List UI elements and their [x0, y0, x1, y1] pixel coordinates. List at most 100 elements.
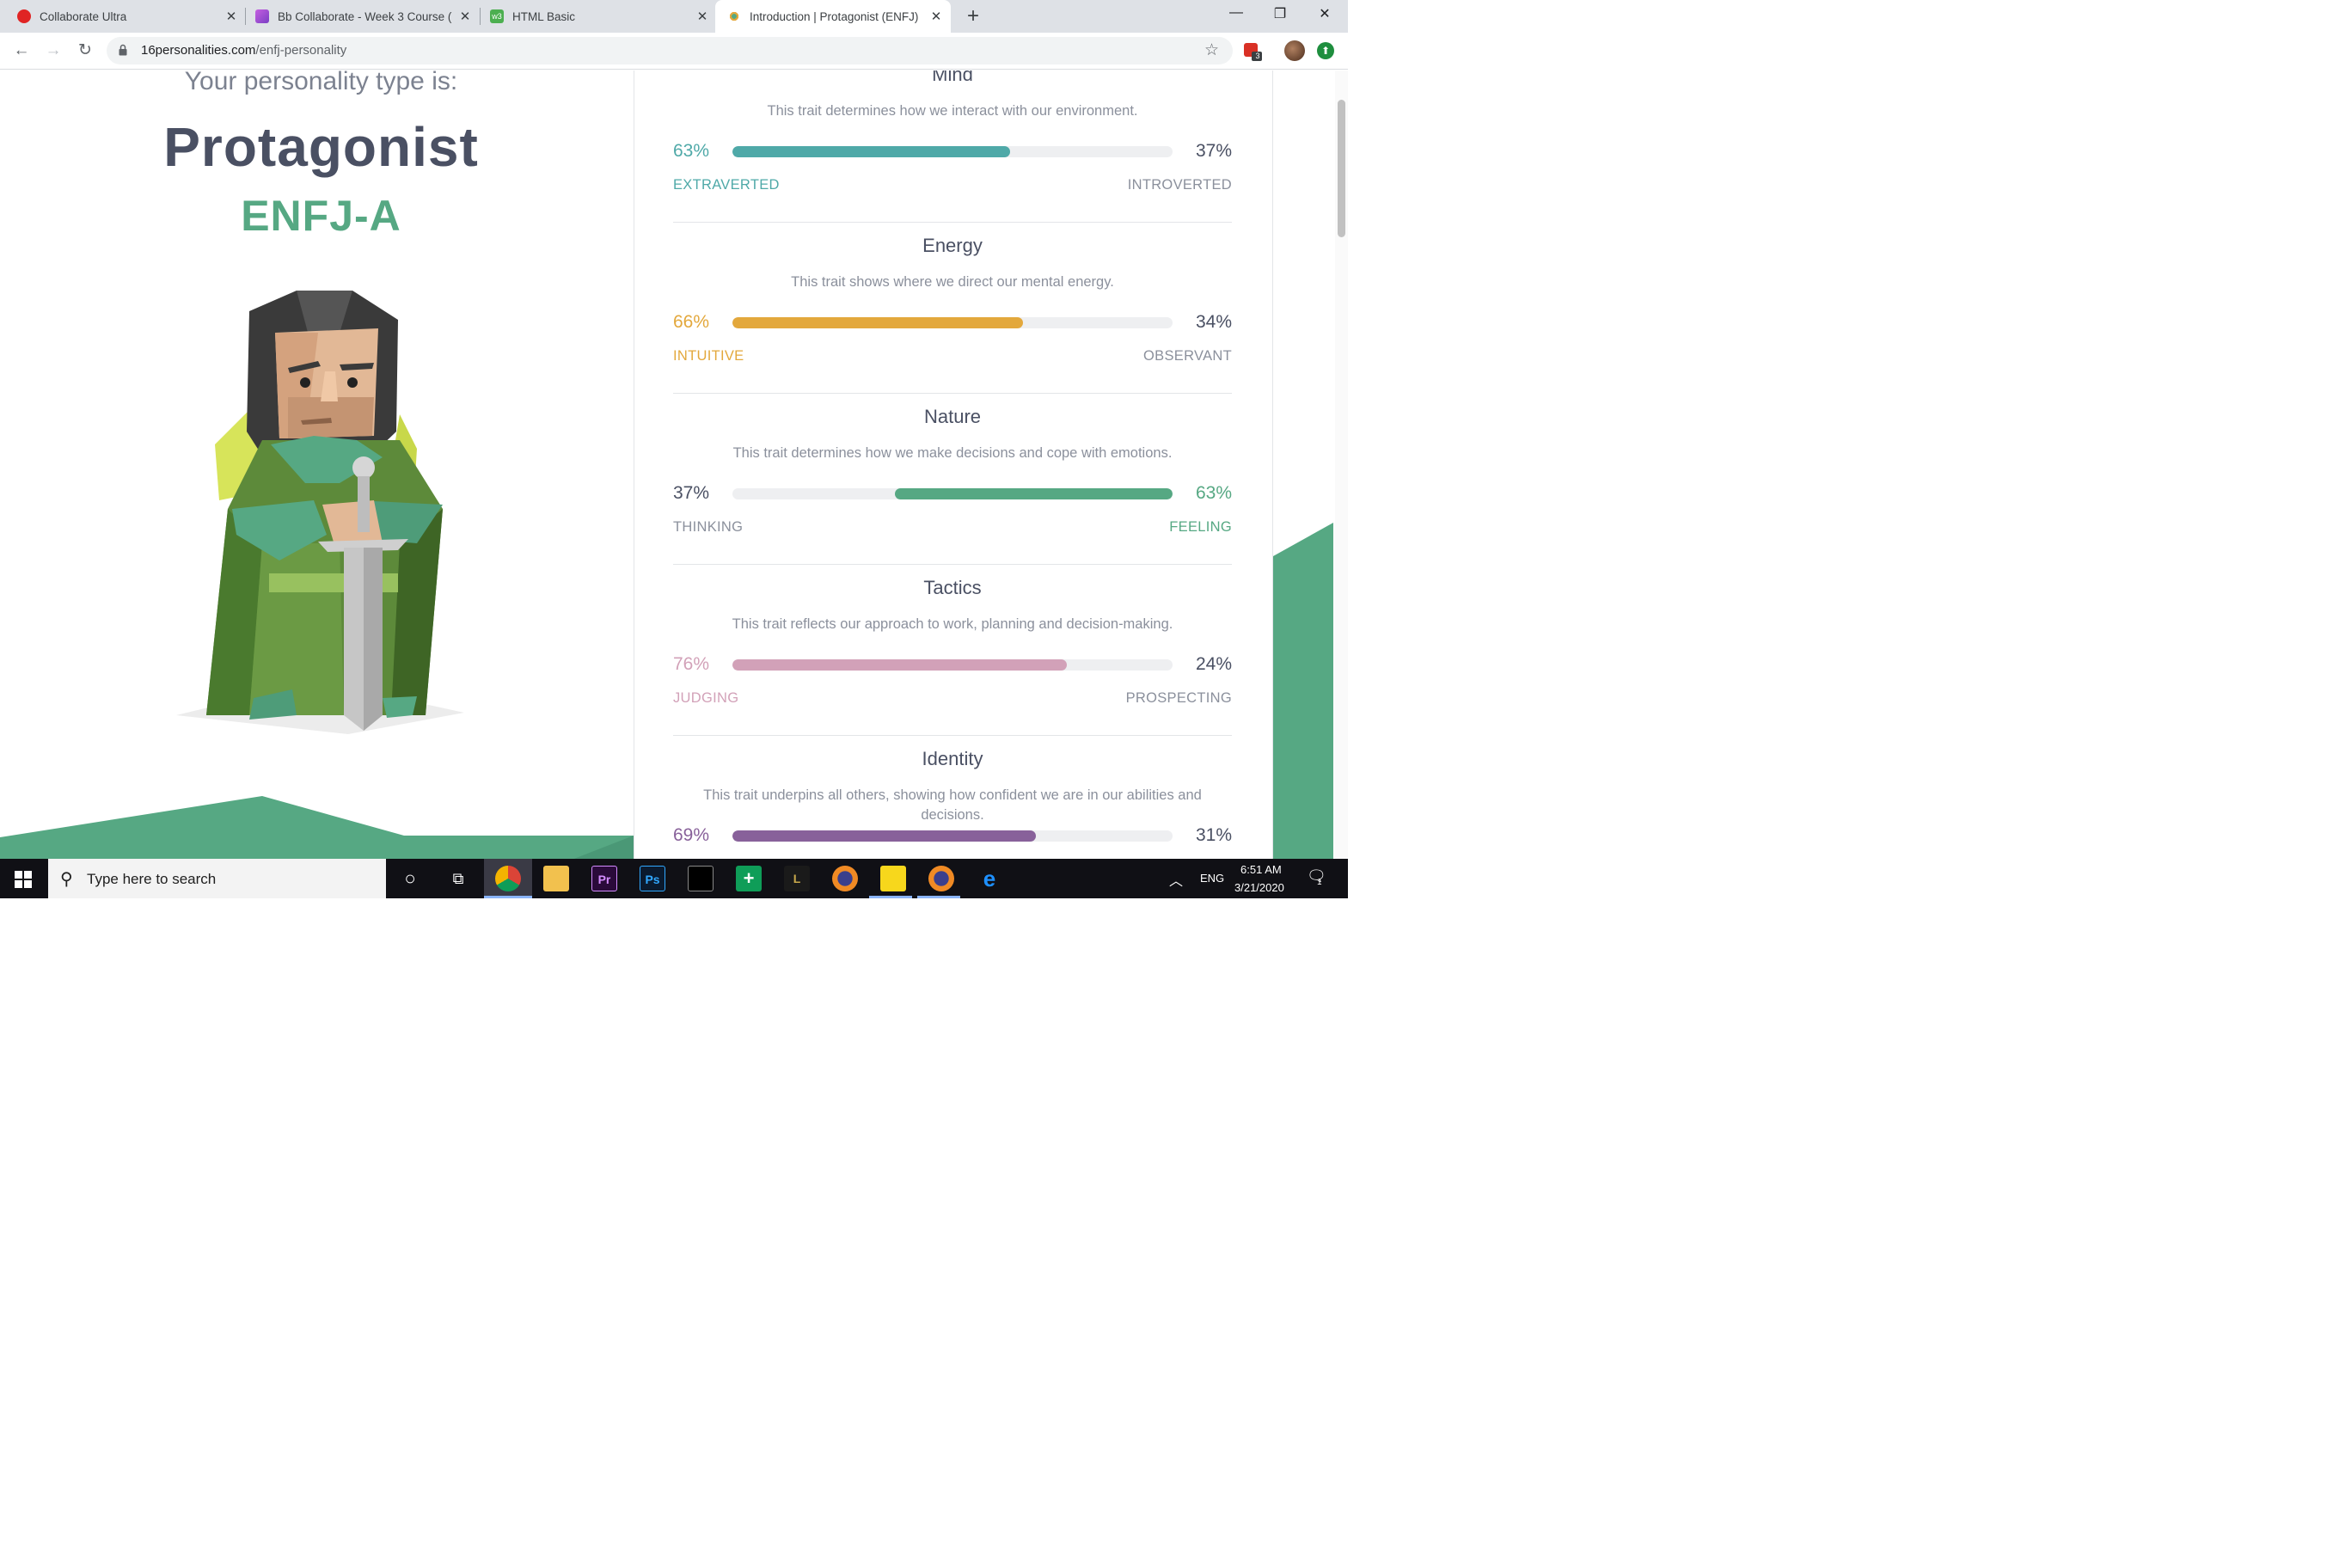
trait-left-label: INTUITIVE [673, 348, 744, 364]
update-icon[interactable]: ⬆ [1317, 42, 1334, 59]
trait-right-percent: 37% [1195, 141, 1232, 161]
trait-mind: Mind This trait determines how we intera… [673, 70, 1232, 223]
windows-start-icon[interactable] [15, 871, 32, 888]
page-viewport: Your personality type is: Protagonist EN… [0, 70, 1348, 859]
back-button[interactable]: ← [11, 40, 32, 61]
trait-bar [732, 146, 1173, 157]
decorative-hill [0, 796, 634, 859]
trait-right-label: PROSPECTING [1125, 690, 1232, 706]
trait-description: This trait reflects our approach to work… [732, 616, 1173, 632]
trait-left-label: THINKING [673, 519, 744, 535]
tab-title: Bb Collaborate - Week 3 Course ( [278, 9, 452, 23]
extension-count: 3 [1255, 52, 1260, 60]
edge-icon[interactable]: e [977, 866, 1002, 891]
trait-name: Identity [922, 748, 983, 769]
taskbar-search[interactable]: ⚲ Type here to search [48, 859, 386, 898]
close-icon[interactable]: ✕ [457, 9, 473, 24]
search-icon: ⚲ [60, 870, 73, 889]
trait-right-percent: 34% [1195, 312, 1232, 332]
green-plus-app-icon[interactable]: + [736, 866, 762, 891]
url-path: /enfj-personality [255, 43, 347, 58]
trait-nature: Nature This trait determines how we make… [673, 394, 1232, 565]
close-icon[interactable]: ✕ [928, 9, 944, 24]
cortana-icon[interactable]: ○ [397, 866, 423, 891]
trait-name: Energy [922, 235, 983, 256]
windows-taskbar: ⚲ Type here to search ○ ⧉ Pr Ps + L e ︿ … [0, 859, 1348, 898]
search-placeholder: Type here to search [87, 871, 217, 887]
scrollbar-thumb[interactable] [1338, 100, 1345, 237]
reload-button[interactable]: ↻ [75, 40, 95, 61]
new-tab-button[interactable]: + [963, 4, 983, 28]
trait-left-percent: 66% [673, 312, 710, 332]
trait-left-percent: 76% [673, 654, 710, 674]
trait-name: Tactics [923, 577, 982, 598]
trait-left-label: EXTRAVERTED [673, 177, 780, 193]
terminal-icon[interactable] [688, 866, 714, 891]
language-indicator[interactable]: ENG [1200, 872, 1224, 885]
protagonist-illustration [176, 291, 464, 734]
notification-count: 1 [1317, 878, 1322, 887]
trait-identity: Identity This trait underpins all others… [673, 736, 1232, 859]
sticky-notes-icon[interactable] [880, 866, 906, 891]
trait-description: This trait determines how we make decisi… [732, 445, 1173, 461]
trait-right-label: OBSERVANT [1143, 348, 1232, 364]
clock-time[interactable]: 6:51 AM [1240, 863, 1282, 876]
url-text: 16personalities.com/enfj-personality [141, 43, 346, 58]
tab-title: HTML Basic [512, 9, 576, 23]
league-icon[interactable]: L [784, 866, 810, 891]
window-close-button[interactable]: ✕ [1312, 5, 1338, 22]
clock-date[interactable]: 3/21/2020 [1234, 881, 1284, 894]
tray-chevron-icon[interactable]: ︿ [1169, 869, 1183, 890]
close-icon[interactable]: ✕ [695, 9, 710, 24]
lock-icon [119, 44, 127, 56]
trait-bar-fill [732, 659, 1068, 671]
tab-html-basic[interactable]: w3 HTML Basic ✕ [490, 0, 710, 33]
trait-bar [732, 317, 1173, 328]
trait-left-percent: 69% [673, 825, 710, 845]
tab-title: Introduction | Protagonist (ENFJ) [750, 9, 919, 23]
eclipse-icon-2[interactable] [928, 866, 954, 891]
trait-bar [732, 659, 1173, 671]
trait-bar [732, 830, 1173, 842]
tab-separator [245, 8, 246, 25]
trait-right-percent: 24% [1195, 654, 1232, 674]
eclipse-icon[interactable] [832, 866, 858, 891]
trait-tactics: Tactics This trait reflects our approach… [673, 565, 1232, 736]
address-bar[interactable]: 16personalities.com/enfj-personality ☆ [107, 37, 1233, 64]
trait-description: This trait shows where we direct our men… [791, 274, 1114, 290]
chrome-active-indicator [484, 896, 532, 898]
file-explorer-icon[interactable] [543, 866, 569, 891]
forward-button[interactable]: → [43, 40, 64, 61]
tab-separator [480, 8, 481, 25]
tab-collaborate-ultra[interactable]: Collaborate Ultra ✕ [17, 0, 239, 33]
trait-right-label: FEELING [1169, 519, 1232, 535]
profile-avatar[interactable] [1284, 40, 1305, 61]
purple-play-icon [255, 9, 269, 23]
restore-button[interactable]: ❐ [1267, 5, 1293, 22]
tab-bb-collaborate[interactable]: Bb Collaborate - Week 3 Course ( ✕ [255, 0, 473, 33]
tab-protagonist[interactable]: Introduction | Protagonist (ENFJ) ✕ [715, 0, 951, 33]
trait-bar-fill [732, 830, 1037, 842]
trait-right-percent: 31% [1195, 825, 1232, 845]
type-intro: Your personality type is: [184, 70, 458, 95]
trait-bar-fill [732, 317, 1023, 328]
photoshop-icon[interactable]: Ps [640, 866, 665, 891]
red-circle-icon [17, 9, 31, 23]
browser-toolbar: ← → ↻ 16personalities.com/enfj-personali… [0, 33, 1348, 70]
trait-list: Mind This trait determines how we intera… [673, 70, 1232, 859]
close-icon[interactable]: ✕ [224, 9, 239, 24]
chrome-icon[interactable] [495, 866, 521, 891]
task-view-icon[interactable]: ⧉ [445, 866, 471, 891]
trait-left-percent: 37% [673, 483, 710, 503]
minimize-button[interactable]: — [1223, 5, 1249, 21]
trait-bar-fill [732, 146, 1010, 157]
trait-bar [732, 488, 1173, 499]
decorative-green-band [1273, 523, 1333, 859]
bookmark-star-icon[interactable]: ☆ [1204, 40, 1219, 60]
sticky-notes-active-indicator [869, 896, 912, 898]
right-margin [1272, 70, 1339, 859]
eclipse2-active-indicator [917, 896, 960, 898]
type-code: ENFJ-A [241, 192, 401, 240]
premiere-icon[interactable]: Pr [591, 866, 617, 891]
personality-hero: Your personality type is: Protagonist EN… [0, 70, 634, 859]
